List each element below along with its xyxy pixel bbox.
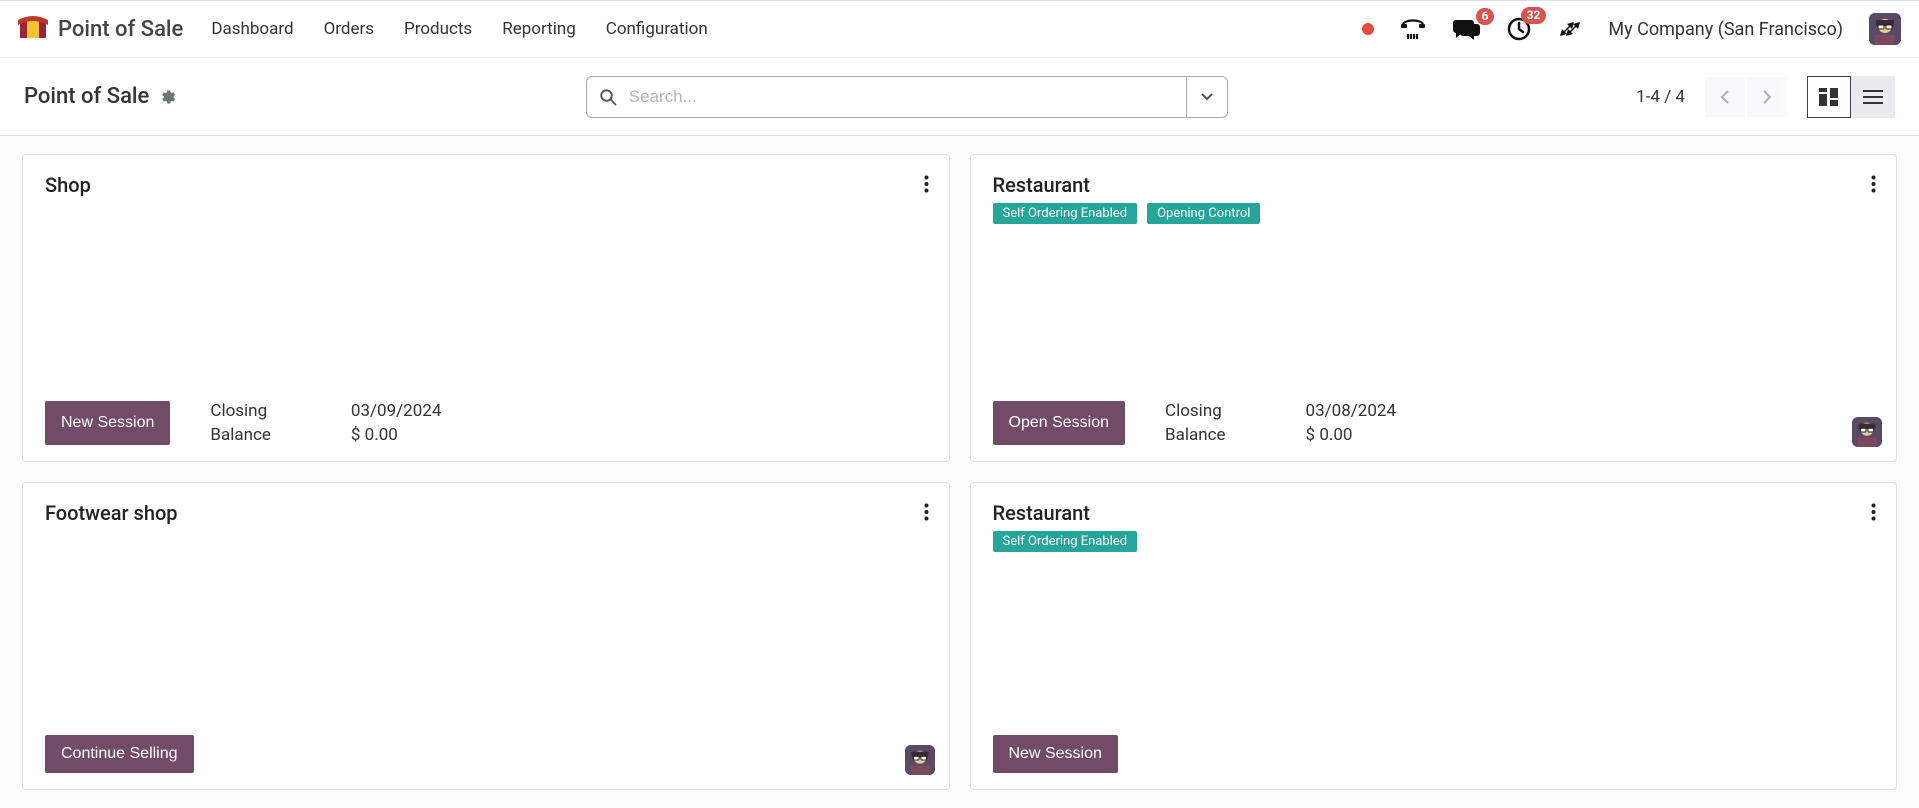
right-tools: 1-4 / 4 (1636, 76, 1895, 118)
pos-card[interactable]: Restaurant Self Ordering Enabled Opening … (970, 154, 1898, 462)
pager-next[interactable] (1747, 77, 1787, 117)
activities-icon[interactable]: 32 (1506, 16, 1532, 42)
app-title: Point of Sale (58, 17, 183, 42)
nav-configuration[interactable]: Configuration (606, 19, 708, 39)
pager-prev[interactable] (1705, 77, 1745, 117)
closing-info: Closing Balance 03/09/2024 $ 0.00 (210, 401, 441, 445)
list-icon (1863, 89, 1883, 105)
card-title: Restaurant (993, 501, 1875, 525)
app-topbar: Point of Sale Dashboard Orders Products … (0, 0, 1919, 58)
user-avatar[interactable] (1869, 13, 1901, 45)
kanban-view-button[interactable] (1807, 76, 1851, 118)
session-action-button[interactable]: New Session (45, 401, 170, 445)
closing-date: 03/08/2024 (1306, 401, 1396, 421)
session-action-button[interactable]: Continue Selling (45, 735, 194, 773)
card-body: New Session Closing Balance 03/09/2024 $… (45, 377, 927, 445)
messages-badge: 6 (1476, 8, 1495, 25)
kanban-view: Shop New Session Closing Balance 03/09/2… (0, 136, 1919, 808)
card-more-menu[interactable] (920, 499, 933, 525)
card-title: Restaurant (993, 173, 1875, 197)
search-wrap (586, 76, 1228, 118)
nav-reporting[interactable]: Reporting (502, 19, 576, 39)
card-title: Footwear shop (45, 501, 927, 525)
debug-icon[interactable] (1558, 17, 1582, 41)
pager-buttons (1705, 77, 1787, 117)
pos-card[interactable]: Shop New Session Closing Balance 03/09/2… (22, 154, 950, 462)
balance-value: $ 0.00 (351, 425, 441, 445)
card-title: Shop (45, 173, 927, 197)
nav-links: Dashboard Orders Products Reporting Conf… (211, 19, 707, 39)
card-user-avatar[interactable] (1852, 417, 1882, 447)
voip-icon[interactable] (1400, 17, 1426, 41)
search-options-toggle[interactable] (1186, 76, 1228, 118)
gear-icon[interactable] (159, 88, 177, 106)
messages-icon[interactable]: 6 (1452, 17, 1480, 41)
search-box[interactable] (586, 76, 1186, 118)
session-action-button[interactable]: New Session (993, 735, 1118, 773)
app-brand[interactable]: Point of Sale (18, 16, 183, 42)
status-badge: Opening Control (1147, 203, 1260, 224)
nav-orders[interactable]: Orders (324, 19, 374, 39)
card-more-menu[interactable] (1867, 171, 1880, 197)
topbar-right: 6 32 My Company (San Francisco) (1362, 13, 1901, 45)
kebab-icon (924, 503, 929, 521)
kanban-icon (1819, 88, 1839, 106)
balance-value: $ 0.00 (1306, 425, 1396, 445)
search-icon (599, 88, 617, 106)
card-user-avatar[interactable] (905, 745, 935, 775)
balance-label: Balance (1165, 425, 1226, 445)
pos-logo-icon (18, 16, 48, 42)
control-panel: Point of Sale 1-4 / 4 (0, 58, 1919, 136)
status-dot-icon (1362, 23, 1374, 35)
status-badge: Self Ordering Enabled (993, 203, 1138, 224)
card-more-menu[interactable] (920, 171, 933, 197)
kebab-icon (1871, 175, 1876, 193)
card-tags: Self Ordering Enabled (993, 531, 1875, 552)
closing-info: Closing Balance 03/08/2024 $ 0.00 (1165, 401, 1396, 445)
breadcrumb: Point of Sale (24, 84, 177, 109)
session-action-button[interactable]: Open Session (993, 401, 1126, 445)
card-more-menu[interactable] (1867, 499, 1880, 525)
chevron-right-icon (1762, 89, 1772, 105)
card-body: Open Session Closing Balance 03/08/2024 … (993, 377, 1875, 445)
closing-label: Closing (1165, 401, 1226, 421)
nav-products[interactable]: Products (404, 19, 472, 39)
activities-badge: 32 (1521, 7, 1547, 24)
company-switcher[interactable]: My Company (San Francisco) (1608, 19, 1843, 40)
pos-card[interactable]: Footwear shop Continue Selling (22, 482, 950, 790)
pager-counter[interactable]: 1-4 / 4 (1636, 87, 1685, 107)
balance-label: Balance (210, 425, 271, 445)
card-tags: Self Ordering Enabled Opening Control (993, 203, 1875, 224)
closing-label: Closing (210, 401, 271, 421)
kebab-icon (924, 175, 929, 193)
caret-down-icon (1201, 93, 1213, 101)
status-badge: Self Ordering Enabled (993, 531, 1138, 552)
search-input[interactable] (627, 86, 1174, 108)
chevron-left-icon (1720, 89, 1730, 105)
pos-card[interactable]: Restaurant Self Ordering Enabled New Ses… (970, 482, 1898, 790)
breadcrumb-title: Point of Sale (24, 84, 149, 109)
nav-dashboard[interactable]: Dashboard (211, 19, 293, 39)
card-body: Continue Selling (45, 711, 927, 773)
kebab-icon (1871, 503, 1876, 521)
view-switcher (1807, 76, 1895, 118)
list-view-button[interactable] (1851, 76, 1895, 118)
closing-date: 03/09/2024 (351, 401, 441, 421)
card-body: New Session (993, 711, 1875, 773)
